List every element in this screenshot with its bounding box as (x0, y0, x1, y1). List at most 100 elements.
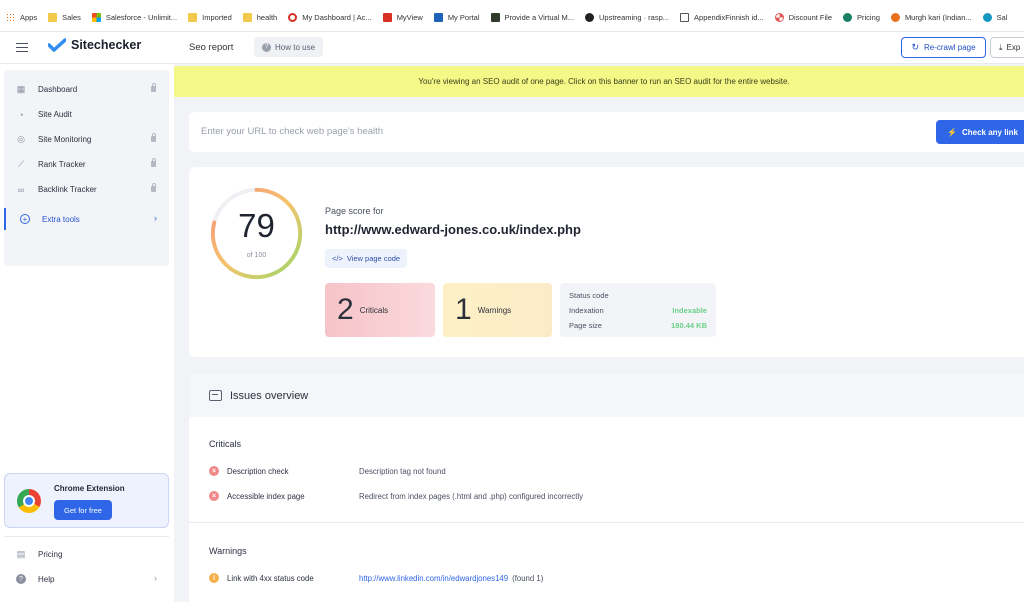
sidebar: ▦ Dashboard ◔ Site Audit ◎ Site Monitori… (0, 64, 174, 602)
bookmark-my-portal[interactable]: My Portal (433, 13, 480, 22)
code-icon: </> (332, 254, 343, 263)
folder-icon (48, 13, 58, 22)
criticals-label: Criticals (359, 305, 389, 315)
get-for-free-button[interactable]: Get for free (54, 500, 112, 520)
sidebar-item-help[interactable]: ? Help › (4, 568, 169, 590)
bookmark-salesforce[interactable]: Salesforce - Unlimit... (91, 13, 177, 22)
lightning-icon: ⚡ (947, 127, 957, 137)
microsoft-logo-icon (91, 13, 101, 22)
trend-icon: ⟋ (17, 159, 25, 169)
sidebar-item-rank-tracker[interactable]: ⟋ Rank Tracker (4, 152, 169, 177)
criticals-box[interactable]: 2 Criticals (325, 283, 435, 337)
hamburger-menu-icon[interactable] (16, 43, 28, 52)
issue-row[interactable]: ! Link with 4xx status code http://www.l… (209, 571, 1009, 585)
bookmark-murgh-kari[interactable]: Murgh kari (Indian... (890, 13, 972, 22)
sidebar-item-site-audit[interactable]: ◔ Site Audit (4, 102, 169, 127)
recrawl-button[interactable]: ↻ Re-crawl page (901, 37, 986, 58)
page-size-value: 180.44 KB (671, 321, 707, 330)
status-box: Status code Indexation Indexable Page si… (560, 283, 716, 337)
score-max: of 100 (246, 252, 267, 259)
divider (4, 536, 169, 537)
sitechecker-logo-icon (48, 38, 66, 52)
criticals-count: 2 (337, 293, 354, 326)
bookmark-discount-file[interactable]: Discount File (774, 13, 832, 22)
issues-header: Issues overview (189, 374, 1024, 417)
opera-icon (288, 13, 298, 22)
error-icon: × (209, 466, 219, 476)
sidebar-item-dashboard[interactable]: ▦ Dashboard (4, 77, 169, 102)
wiki-icon (680, 13, 690, 22)
issue-found-count: (found 1) (512, 573, 544, 583)
pinwheel-icon (774, 13, 784, 22)
issue-name: Accessible index page (227, 491, 305, 501)
monitoring-icon: ◎ (17, 134, 25, 144)
issue-description: Redirect from index pages (.html and .ph… (359, 491, 584, 501)
url-input[interactable]: Enter your URL to check web page's healt… (201, 126, 383, 137)
bookmark-myview[interactable]: MyView (382, 13, 423, 22)
how-to-use-button[interactable]: ? How to use (254, 37, 324, 57)
sidebar-item-pricing[interactable]: ▤ Pricing (4, 543, 169, 565)
score-value: 79 (238, 207, 275, 244)
pricing-icon: ▤ (16, 548, 26, 559)
warning-icon: ! (209, 573, 219, 583)
bookmark-imported[interactable]: Imported (188, 13, 232, 22)
warnings-section-title: Warnings (209, 546, 247, 556)
lock-icon (151, 158, 156, 167)
portal-icon (433, 13, 443, 22)
download-icon: ⤓ (999, 42, 1003, 52)
bookmark-sal[interactable]: Sal (982, 13, 1007, 22)
s-logo-icon (843, 13, 852, 22)
logo[interactable]: Sitechecker (48, 38, 141, 52)
error-icon: × (209, 491, 219, 501)
dashboard-icon: ▦ (16, 84, 26, 94)
bookmark-appendix[interactable]: AppendixFinnish id... (680, 13, 764, 22)
issues-overview-card: Issues overview Criticals × Description … (189, 374, 1024, 602)
lock-icon (151, 183, 156, 192)
chevron-right-icon: › (154, 213, 157, 223)
bookmark-apps[interactable]: Apps (6, 13, 37, 22)
page-score-card: 79 of 100 Page score for http://www.edwa… (189, 167, 1024, 357)
bookmark-my-dashboard[interactable]: My Dashboard | Ac... (288, 13, 372, 22)
myview-icon (382, 13, 392, 22)
recipe-icon (890, 13, 900, 22)
criticals-section-title: Criticals (209, 439, 242, 449)
apps-grid-icon (6, 13, 15, 22)
sidebar-item-extra-tools[interactable]: + Extra tools › (4, 208, 169, 230)
plus-circle-icon: + (20, 214, 30, 224)
export-button[interactable]: ⤓ Exp (990, 37, 1024, 58)
warnings-label: Warnings (477, 305, 512, 315)
check-any-link-button[interactable]: ⚡ Check any link (936, 120, 1024, 144)
issue-row[interactable]: × Accessible index page Redirect from in… (209, 489, 1009, 503)
extension-title: Chrome Extension (54, 484, 125, 493)
gauge-icon: ◔ (18, 109, 24, 120)
bookmark-health[interactable]: health (242, 13, 277, 22)
refresh-icon: ↻ (911, 42, 919, 52)
issue-name: Description check (227, 466, 289, 476)
warnings-box[interactable]: 1 Warnings (443, 283, 552, 337)
issue-link[interactable]: http://www.linkedin.com/in/edwardjones14… (359, 574, 508, 583)
view-page-code-button[interactable]: </> View page code (325, 249, 408, 268)
bookmark-virtual[interactable]: Provide a Virtual M... (490, 13, 574, 22)
bookmark-sales[interactable]: Sales (48, 13, 81, 22)
sidebar-item-site-monitoring[interactable]: ◎ Site Monitoring (4, 127, 169, 152)
salesforce-cloud-icon (982, 13, 992, 22)
issue-name: Link with 4xx status code (227, 573, 314, 583)
bookmark-pricing[interactable]: Pricing (843, 13, 880, 22)
app-header: Sitechecker Seo report ? How to use ↻ Re… (0, 32, 1024, 64)
help-icon: ? (16, 574, 26, 584)
site-audit-banner[interactable]: You're viewing an SEO audit of one page.… (174, 66, 1024, 97)
issue-row[interactable]: × Description check Description tag not … (209, 464, 1009, 478)
lock-icon (151, 133, 156, 142)
chrome-icon (17, 489, 41, 513)
page-url: http://www.edward-jones.co.uk/index.php (325, 222, 581, 237)
bookmark-upstreaming[interactable]: Upstreaming · rasp... (584, 13, 669, 22)
issues-title: Issues overview (230, 389, 309, 402)
dark-logo-icon (490, 13, 500, 22)
sidebar-item-backlink-tracker[interactable]: ∞ Backlink Tracker (4, 177, 169, 202)
link-icon: ∞ (17, 184, 25, 195)
issues-icon (209, 390, 222, 401)
chrome-extension-card: Chrome Extension Get for free (4, 473, 169, 528)
url-check-card: Enter your URL to check web page's healt… (189, 112, 1024, 152)
folder-icon (242, 13, 252, 22)
divider (189, 522, 1024, 523)
